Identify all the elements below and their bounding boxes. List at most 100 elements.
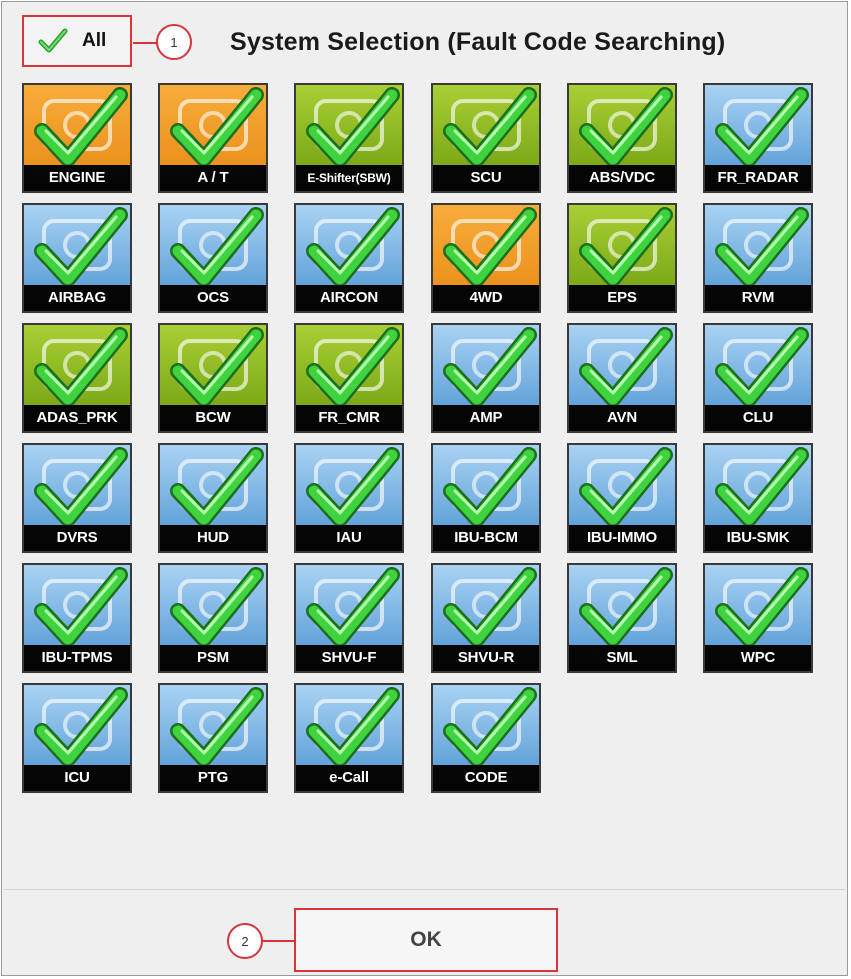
system-tile-amp[interactable]: AMP (431, 323, 541, 433)
system-tile-hud[interactable]: HUD (158, 443, 268, 553)
system-tile-ptg[interactable]: PTG (158, 683, 268, 793)
system-tile-iau[interactable]: IAU (294, 443, 404, 553)
check-icon (579, 447, 673, 527)
system-tile-label: IBU-BCM (433, 525, 539, 551)
system-tile-psm[interactable]: PSM (158, 563, 268, 673)
system-tile-label: IAU (296, 525, 402, 551)
callout-number: 1 (170, 34, 178, 50)
check-icon (715, 447, 809, 527)
system-tile-scu[interactable]: SCU (431, 83, 541, 193)
system-tile-fr-cmr[interactable]: FR_CMR (294, 323, 404, 433)
check-icon (170, 447, 264, 527)
system-tile-fr-radar[interactable]: FR_RADAR (703, 83, 813, 193)
check-icon (38, 28, 68, 53)
system-tile-label: ICU (24, 765, 130, 791)
system-tile-label: FR_RADAR (705, 165, 811, 191)
check-icon (443, 567, 537, 647)
callout-marker: 1 (156, 24, 192, 60)
system-tile-label: SML (569, 645, 675, 671)
system-tile-wpc[interactable]: WPC (703, 563, 813, 673)
system-tile-ibu-tpms[interactable]: IBU-TPMS (22, 563, 132, 673)
system-tile-e-call[interactable]: e-Call (294, 683, 404, 793)
check-icon (306, 447, 400, 527)
system-tile-label: PTG (160, 765, 266, 791)
system-tile-label: ADAS_PRK (24, 405, 130, 431)
system-tile-aircon[interactable]: AIRCON (294, 203, 404, 313)
check-icon (715, 327, 809, 407)
check-icon (443, 207, 537, 287)
check-icon (579, 567, 673, 647)
check-icon (34, 567, 128, 647)
check-icon (306, 87, 400, 167)
system-tile-a-t[interactable]: A / T (158, 83, 268, 193)
system-tile-label: CLU (705, 405, 811, 431)
system-tile-eps[interactable]: EPS (567, 203, 677, 313)
check-icon (306, 327, 400, 407)
select-all-button[interactable]: All (22, 15, 132, 67)
system-tile-ibu-immo[interactable]: IBU-IMMO (567, 443, 677, 553)
system-tile-engine[interactable]: ENGINE (22, 83, 132, 193)
check-icon (306, 207, 400, 287)
system-tile-label: IBU-TPMS (24, 645, 130, 671)
system-tile-label: e-Call (296, 765, 402, 791)
system-tile-sml[interactable]: SML (567, 563, 677, 673)
callout-leader (133, 42, 157, 44)
system-tile-label: SHVU-R (433, 645, 539, 671)
check-icon (170, 87, 264, 167)
system-tile-dvrs[interactable]: DVRS (22, 443, 132, 553)
check-icon (579, 327, 673, 407)
system-tile-label: AIRCON (296, 285, 402, 311)
system-tile-label: DVRS (24, 525, 130, 551)
system-tile-bcw[interactable]: BCW (158, 323, 268, 433)
check-icon (715, 207, 809, 287)
system-tile-adas-prk[interactable]: ADAS_PRK (22, 323, 132, 433)
system-tile-label: EPS (569, 285, 675, 311)
system-tile-code[interactable]: CODE (431, 683, 541, 793)
check-icon (715, 567, 809, 647)
check-icon (306, 567, 400, 647)
system-tile-ibu-bcm[interactable]: IBU-BCM (431, 443, 541, 553)
check-icon (443, 327, 537, 407)
select-all-label: All (82, 30, 107, 51)
check-icon (34, 207, 128, 287)
system-tile-shvu-r[interactable]: SHVU-R (431, 563, 541, 673)
check-icon (443, 447, 537, 527)
system-selection-dialog: All 1 System Selection (Fault Code Searc… (1, 1, 848, 976)
system-tile-label: ABS/VDC (569, 165, 675, 191)
system-tile-label: WPC (705, 645, 811, 671)
system-tile-ibu-smk[interactable]: IBU-SMK (703, 443, 813, 553)
system-tile-label: FR_CMR (296, 405, 402, 431)
system-tile-label: AVN (569, 405, 675, 431)
system-tile-e-shifter-sbw[interactable]: E-Shifter(SBW) (294, 83, 404, 193)
system-tile-label: HUD (160, 525, 266, 551)
system-tile-airbag[interactable]: AIRBAG (22, 203, 132, 313)
check-icon (34, 447, 128, 527)
system-tile-clu[interactable]: CLU (703, 323, 813, 433)
system-tile-shvu-f[interactable]: SHVU-F (294, 563, 404, 673)
system-tile-icu[interactable]: ICU (22, 683, 132, 793)
ok-button[interactable]: OK (294, 908, 558, 972)
system-tile-label: 4WD (433, 285, 539, 311)
system-tile-label: E-Shifter(SBW) (296, 165, 402, 191)
check-icon (579, 87, 673, 167)
system-tile-avn[interactable]: AVN (567, 323, 677, 433)
check-icon (579, 207, 673, 287)
check-icon (443, 87, 537, 167)
system-tile-label: CODE (433, 765, 539, 791)
system-tile-label: AIRBAG (24, 285, 130, 311)
check-icon (34, 87, 128, 167)
system-tile-ocs[interactable]: OCS (158, 203, 268, 313)
check-icon (170, 327, 264, 407)
system-tile-label: BCW (160, 405, 266, 431)
system-tile-label: AMP (433, 405, 539, 431)
system-tile-label: OCS (160, 285, 266, 311)
system-tile-rvm[interactable]: RVM (703, 203, 813, 313)
check-icon (715, 87, 809, 167)
check-icon (306, 687, 400, 767)
check-icon (34, 687, 128, 767)
system-tile-abs-vdc[interactable]: ABS/VDC (567, 83, 677, 193)
system-tile-label: SCU (433, 165, 539, 191)
system-tile-label: ENGINE (24, 165, 130, 191)
system-tile-4wd[interactable]: 4WD (431, 203, 541, 313)
callout-leader (262, 940, 294, 942)
